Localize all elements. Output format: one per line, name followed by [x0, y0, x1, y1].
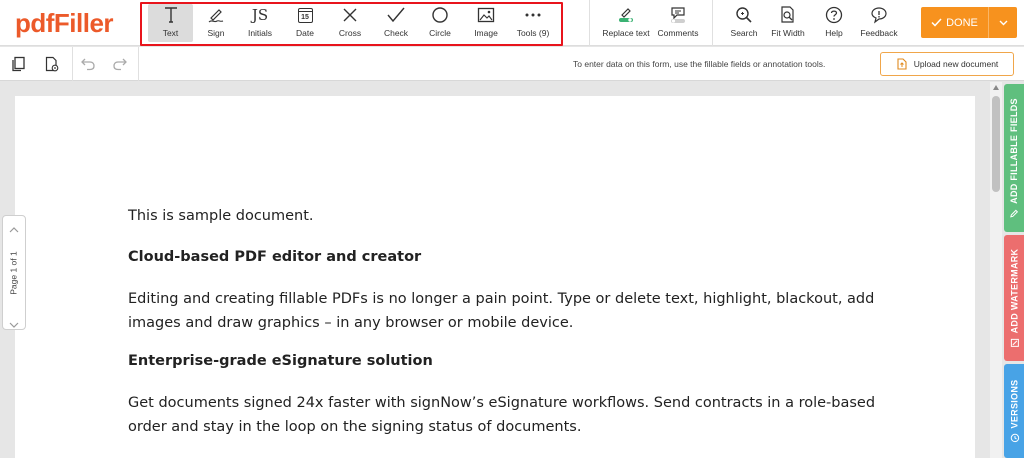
versions-tab[interactable]: VERSIONS — [1004, 364, 1024, 458]
more-tools-button[interactable]: Tools (9) — [512, 4, 554, 42]
undo-icon — [81, 58, 95, 71]
comments-icon — [669, 4, 687, 26]
date-tool-label: Date — [296, 28, 314, 38]
next-page-button[interactable] — [9, 316, 19, 334]
image-tool-button[interactable]: Image — [470, 4, 502, 42]
document-page[interactable]: This is sample document. Cloud-based PDF… — [15, 96, 975, 458]
fit-width-button[interactable]: Fit Width — [768, 4, 808, 42]
document-paragraph-editor-line2: images and draw graphics – in any browse… — [128, 315, 574, 331]
feedback-icon — [870, 4, 888, 26]
text-tool-label: Text — [162, 28, 179, 38]
add-watermark-tab[interactable]: ADD WATERMARK — [1004, 235, 1024, 361]
initials-icon: JS — [251, 6, 269, 24]
document-heading-esignature: Enterprise-grade eSignature solution — [128, 353, 433, 369]
replace-text-button[interactable]: Replace text — [600, 4, 652, 42]
cross-tool-label: Cross — [338, 28, 362, 38]
secondary-toolbar: To enter data on this form, use the fill… — [0, 47, 1024, 81]
chevron-down-icon — [9, 322, 19, 328]
add-watermark-label: ADD WATERMARK — [1009, 248, 1020, 334]
circle-tool-button[interactable]: Circle — [424, 4, 456, 42]
document-viewport: This is sample document. Cloud-based PDF… — [0, 82, 1002, 458]
search-icon — [735, 4, 753, 26]
cross-icon — [342, 4, 358, 26]
page-indicator: Page 1 of 1 — [9, 251, 20, 295]
add-fillable-fields-tab[interactable]: ADD FILLABLE FIELDS — [1004, 84, 1024, 232]
redo-button[interactable] — [109, 53, 131, 75]
pdffiller-logo[interactable]: pdfFiller — [15, 8, 114, 39]
date-icon: 15 — [297, 4, 313, 26]
fit-width-label: Fit Width — [771, 28, 805, 38]
clock-icon — [1009, 433, 1019, 443]
document-paragraph-esignature-line2: order and stay in the loop on the signin… — [128, 419, 582, 435]
check-tool-button[interactable]: Check — [380, 4, 412, 42]
previous-page-button[interactable] — [9, 220, 19, 238]
more-tools-label: Tools (9) — [516, 28, 550, 38]
upload-document-icon — [897, 58, 907, 70]
sign-tool-label: Sign — [207, 28, 225, 38]
image-tool-label: Image — [474, 28, 498, 38]
redo-icon — [113, 58, 127, 71]
replace-text-label: Replace text — [602, 28, 650, 38]
fit-width-icon — [779, 4, 797, 26]
done-label: DONE — [946, 16, 978, 29]
cross-tool-button[interactable]: Cross — [334, 4, 366, 42]
versions-label: VERSIONS — [1009, 379, 1020, 429]
text-tool-button[interactable]: Text — [148, 4, 193, 42]
text-icon — [162, 4, 180, 26]
toolbar-divider — [712, 0, 713, 46]
initials-tool-button[interactable]: JS Initials — [243, 4, 277, 42]
sign-tool-button[interactable]: Sign — [200, 4, 232, 42]
upload-new-document-button[interactable]: Upload new document — [880, 52, 1014, 76]
document-paragraph-editor-line1: Editing and creating fillable PDFs is no… — [128, 291, 875, 307]
help-label: Help — [825, 28, 843, 38]
feedback-button[interactable]: Feedback — [858, 4, 900, 42]
pages-button[interactable] — [7, 53, 29, 75]
fillable-hint-text: To enter data on this form, use the fill… — [573, 59, 826, 69]
comments-label: Comments — [657, 28, 699, 38]
sign-icon — [207, 4, 225, 26]
scrollbar-thumb[interactable] — [992, 96, 1000, 192]
help-icon — [825, 4, 843, 26]
comments-button[interactable]: Comments — [654, 4, 702, 42]
chevron-up-icon — [9, 227, 19, 233]
chevron-down-icon — [999, 20, 1007, 25]
replace-text-icon — [617, 4, 635, 26]
top-toolbar: pdfFiller Text Sign JS Initials 15 Date — [0, 0, 1024, 46]
more-icon — [525, 4, 541, 26]
search-button[interactable]: Search — [728, 4, 760, 42]
document-intro-line: This is sample document. — [128, 208, 314, 224]
toolbar-divider — [72, 47, 73, 81]
toolbar-divider — [138, 47, 139, 81]
feedback-label: Feedback — [860, 28, 898, 38]
page-navigator: Page 1 of 1 — [2, 215, 26, 330]
toolbar-divider — [589, 0, 590, 46]
document-paragraph-esignature-line1: Get documents signed 24x faster with sig… — [128, 395, 876, 411]
document-settings-button[interactable] — [41, 53, 63, 75]
document-heading-editor: Cloud-based PDF editor and creator — [128, 249, 422, 265]
checkmark-icon — [931, 18, 942, 27]
watermark-icon — [1010, 338, 1019, 347]
undo-button[interactable] — [77, 53, 99, 75]
image-icon — [477, 4, 495, 26]
scroll-up-arrow-icon[interactable] — [993, 85, 999, 90]
done-button[interactable]: DONE — [921, 7, 988, 38]
upload-new-document-label: Upload new document — [913, 59, 999, 69]
date-tool-button[interactable]: 15 Date — [290, 4, 320, 42]
add-fillable-fields-label: ADD FILLABLE FIELDS — [1009, 98, 1020, 204]
initials-tool-label: Initials — [247, 28, 273, 38]
circle-icon — [431, 4, 449, 26]
document-settings-icon — [45, 56, 59, 72]
search-label: Search — [730, 28, 758, 38]
circle-tool-label: Circle — [429, 28, 451, 38]
vertical-scrollbar[interactable] — [990, 82, 1002, 458]
check-tool-label: Check — [383, 28, 409, 38]
help-button[interactable]: Help — [818, 4, 850, 42]
pencil-icon — [1009, 209, 1018, 218]
done-dropdown-button[interactable] — [988, 7, 1017, 38]
check-icon — [387, 4, 405, 26]
pages-icon — [12, 56, 25, 72]
